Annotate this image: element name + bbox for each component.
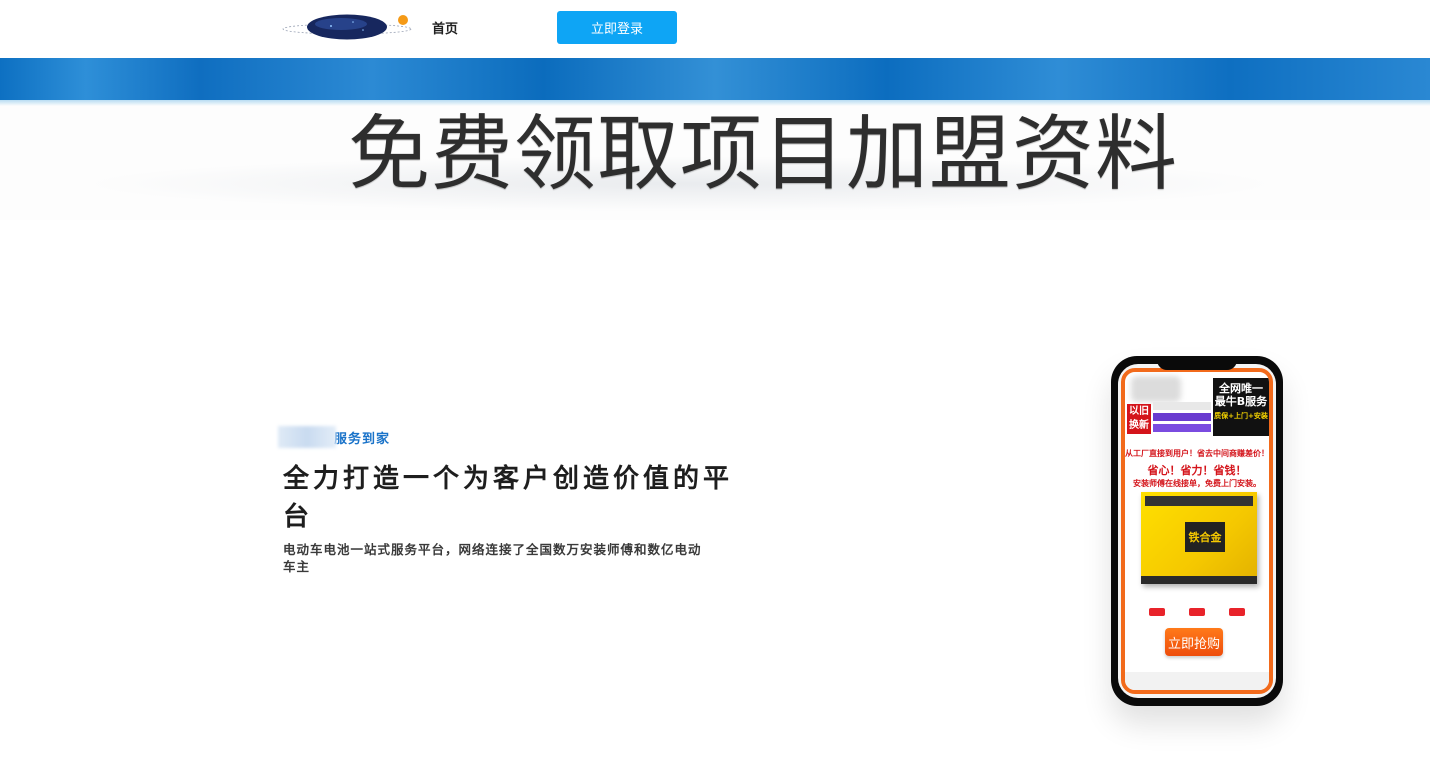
hero-description: 电动车电池一站式服务平台，网络连接了全国数万安装师傅和数亿电动车主 — [283, 542, 702, 574]
promo-ad[interactable]: 以旧换新 全网唯一 最牛B服务 质保+上门+安装 从工厂直接到用户！省去中间商赚… — [1121, 368, 1273, 694]
site-logo[interactable] — [281, 12, 413, 42]
nav-home-link[interactable]: 首页 — [432, 18, 458, 37]
service-title: 全网唯一 最牛B服务 — [1214, 382, 1268, 408]
exchange-badge: 以旧换新 — [1127, 404, 1151, 434]
buy-now-button[interactable]: 立即抢购 — [1165, 628, 1223, 656]
battery-product-image: 铁合金 — [1141, 492, 1257, 584]
product-label: 铁合金 — [1185, 522, 1225, 552]
service-badge: 全网唯一 最牛B服务 质保+上门+安装 — [1213, 378, 1269, 436]
banner-title: 免费领取项目加盟资料 — [347, 107, 1178, 202]
eyebrow-blurred-logo — [278, 426, 336, 448]
eyebrow-text: 服务到家 — [334, 431, 391, 447]
ad-tag — [1149, 608, 1165, 616]
ad-info-strip — [1153, 402, 1211, 442]
ad-tag — [1229, 608, 1245, 616]
service-subtitle: 质保+上门+安装 — [1214, 412, 1268, 420]
banner: 免费领取项目加盟资料 — [0, 58, 1430, 220]
ad-tags — [1125, 608, 1269, 616]
top-header: 首页 立即登录 — [0, 0, 1430, 58]
hero-eyebrow: 服务到家 — [278, 426, 390, 448]
ad-slogan-3: 安装师傅在线接单，免费上门安装。 — [1133, 479, 1261, 488]
ad-footer — [1125, 672, 1269, 690]
phone-screen: 以旧换新 全网唯一 最牛B服务 质保+上门+安装 从工厂直接到用户！省去中间商赚… — [1118, 364, 1276, 698]
ad-slogan-2: 省心！省力！省钱！ — [1147, 464, 1247, 477]
phone-notch — [1157, 356, 1237, 370]
ad-tag — [1189, 608, 1205, 616]
ad-slogan-1: 从工厂直接到用户！省去中间商赚差价！ — [1125, 449, 1269, 458]
banner-blue-strip — [0, 58, 1430, 106]
phone-mockup: 以旧换新 全网唯一 最牛B服务 质保+上门+安装 从工厂直接到用户！省去中间商赚… — [1111, 356, 1283, 706]
hero-title: 全力打造一个为客户创造价值的平台 — [283, 464, 734, 532]
ad-blurred-logo — [1131, 376, 1181, 402]
login-button[interactable]: 立即登录 — [557, 11, 677, 44]
